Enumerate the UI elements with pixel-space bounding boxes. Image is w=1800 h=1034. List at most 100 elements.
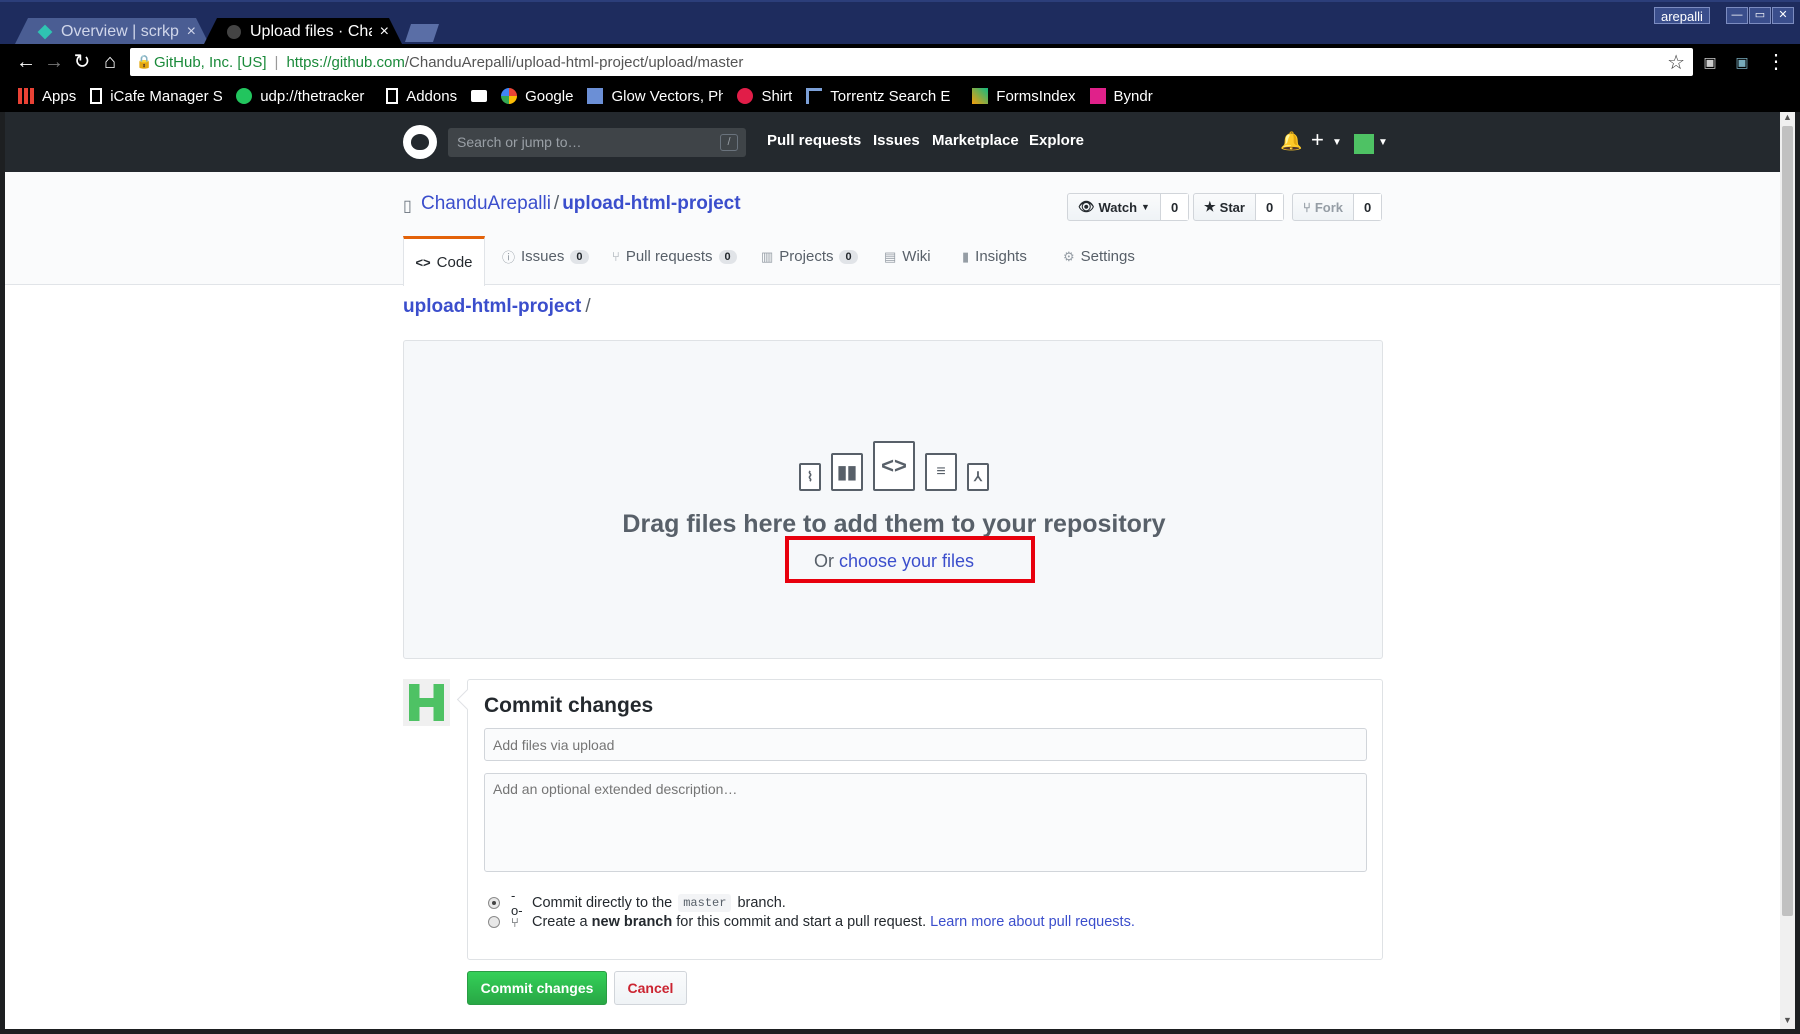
scroll-down-icon[interactable]: ▼ — [1780, 1015, 1795, 1029]
window-close-icon[interactable]: ✕ — [1772, 7, 1794, 24]
page-scrollbar[interactable]: ▲ ▼ — [1780, 112, 1795, 1029]
browser-tab-overview[interactable]: Overview | scrkpro × — [14, 18, 210, 46]
window-maximize-icon[interactable]: ▭ — [1749, 7, 1771, 24]
browser-toolbar: ← → ↻ ⌂ 🔒 GitHub, Inc. [US] | https://gi… — [0, 44, 1800, 80]
user-avatar[interactable] — [1354, 134, 1374, 154]
pull-request-icon: ⑂ — [612, 249, 620, 264]
learn-more-link[interactable]: Learn more about pull requests. — [930, 914, 1135, 930]
tab-label: Issues — [521, 248, 565, 265]
nav-issues[interactable]: Issues — [873, 132, 920, 149]
github-header: Search or jump to… / Pull requests Issue… — [5, 112, 1780, 172]
scroll-up-icon[interactable]: ▲ — [1780, 112, 1795, 126]
commit-direct-radio[interactable] — [488, 897, 500, 909]
commit-summary-input[interactable] — [484, 728, 1367, 761]
fork-icon: ⑂ — [1303, 199, 1311, 215]
address-bar[interactable]: 🔒 GitHub, Inc. [US] | https://github.com… — [130, 48, 1693, 76]
create-new-plus-icon[interactable]: + — [1311, 127, 1324, 153]
cancel-button[interactable]: Cancel — [614, 971, 687, 1005]
bookmark-addons[interactable]: Addons — [386, 88, 457, 105]
option-text-bold: new branch — [591, 914, 673, 930]
commit-new-branch-option[interactable]: ⑂ Create a new branch for this commit an… — [488, 914, 1135, 930]
tab-count: 0 — [570, 249, 589, 264]
eye-icon: 👁 — [1078, 199, 1095, 214]
bookmark-shirt[interactable]: Shirt — [737, 88, 792, 105]
menu-kebab-icon[interactable]: ⋮ — [1764, 50, 1788, 74]
bookmark-udp[interactable]: udp://thetracker — [236, 88, 372, 105]
byndr-icon — [1089, 88, 1106, 104]
image-icon — [587, 88, 604, 104]
extension-icon[interactable]: ▣ — [1730, 50, 1754, 74]
home-icon[interactable]: ⌂ — [98, 50, 122, 74]
site-identity[interactable]: GitHub, Inc. [US] — [154, 54, 267, 71]
commit-description-textarea[interactable] — [484, 773, 1367, 872]
apps-grid-icon — [18, 88, 34, 104]
watch-count[interactable]: 0 — [1159, 194, 1189, 220]
upload-dropzone[interactable]: ⌇ ▮▮ <> ≡ ⅄ Drag files here to add them … — [403, 340, 1383, 659]
chevron-down-icon[interactable]: ▼ — [1332, 137, 1342, 148]
bookmark-glow-vectors[interactable]: Glow Vectors, Ph — [587, 88, 723, 105]
tab-insights[interactable]: ▮ Insights — [962, 236, 1027, 277]
bookmark-byndr[interactable]: Byndr — [1089, 88, 1153, 105]
fork-count[interactable]: 0 — [1352, 194, 1382, 220]
repo-icon: ▯ — [403, 198, 412, 215]
tab-close-icon[interactable]: × — [380, 23, 389, 41]
tab-code[interactable]: <> Code — [403, 236, 485, 286]
option-text: for this commit and start a pull request… — [676, 914, 927, 930]
notification-bell-icon[interactable]: 🔔 — [1280, 131, 1302, 152]
branch-name: master — [678, 894, 732, 912]
repo-title-separator: / — [553, 193, 560, 214]
star-count[interactable]: 0 — [1254, 194, 1284, 220]
search-placeholder: Search or jump to… — [457, 134, 582, 150]
tab-title: Overview | scrkpro — [61, 23, 179, 40]
bookmark-formsindex[interactable]: FormsIndex — [972, 87, 1076, 105]
tab-label: Pull requests — [625, 248, 713, 265]
bookmark-folder[interactable] — [471, 90, 488, 102]
bookmark-label: iCafe Manager Se — [110, 87, 223, 105]
repo-name-link[interactable]: upload-html-project — [562, 193, 740, 214]
chevron-down-icon[interactable]: ▼ — [1378, 137, 1388, 148]
nav-marketplace[interactable]: Marketplace — [932, 132, 1019, 149]
bookmark-label: Addons — [406, 87, 458, 105]
option-text: Create a — [532, 914, 588, 930]
extension-icon[interactable]: ▣ — [1698, 50, 1722, 74]
search-input[interactable]: Search or jump to… / — [448, 128, 746, 157]
star-button[interactable]: ★ Star 0 — [1193, 193, 1285, 221]
tab-close-icon[interactable]: × — [187, 23, 196, 41]
tab-issues[interactable]: ⓘ Issues 0 — [502, 236, 589, 277]
nav-explore[interactable]: Explore — [1029, 132, 1084, 149]
committer-avatar — [403, 679, 450, 726]
bookmark-apps[interactable]: Apps — [18, 88, 76, 105]
fork-button[interactable]: ⑂ Fork 0 — [1292, 193, 1383, 221]
tab-pull-requests[interactable]: ⑂ Pull requests 0 — [612, 236, 737, 277]
commit-changes-button[interactable]: Commit changes — [467, 971, 607, 1005]
bookmark-torrentz[interactable]: Torrentz Search E — [806, 88, 958, 105]
bookmark-label: FormsIndex — [996, 87, 1076, 105]
page-icon — [90, 88, 103, 104]
zip-file-icon: ⌇ — [799, 463, 821, 491]
bookmark-google[interactable]: Google — [501, 88, 573, 105]
bookmark-label: udp://thetracker — [260, 87, 365, 105]
nav-pull-requests[interactable]: Pull requests — [767, 132, 861, 149]
repo-owner-link[interactable]: ChanduArepalli — [421, 193, 551, 214]
window-minimize-icon[interactable]: — — [1726, 7, 1748, 24]
watch-label: Watch — [1098, 199, 1138, 215]
watch-button[interactable]: 👁 Watch ▼ 0 — [1067, 193, 1190, 221]
github-logo-icon[interactable] — [403, 125, 437, 159]
scrollbar-thumb[interactable] — [1782, 126, 1793, 916]
page-icon — [386, 88, 399, 104]
forward-arrow-icon[interactable]: → — [42, 50, 66, 74]
option-text: Commit directly to the — [532, 895, 673, 911]
tab-wiki[interactable]: ▤ Wiki — [884, 236, 931, 277]
tab-settings[interactable]: ⚙ Settings — [1063, 236, 1135, 277]
reload-icon[interactable]: ↻ — [70, 50, 94, 74]
back-arrow-icon[interactable]: ← — [14, 50, 38, 74]
new-tab-button[interactable] — [405, 24, 439, 42]
breadcrumb-repo-link[interactable]: upload-html-project — [403, 296, 581, 317]
bookmark-icafe[interactable]: iCafe Manager Se — [90, 88, 222, 105]
commit-new-branch-radio[interactable] — [488, 916, 500, 928]
tab-projects[interactable]: ▥ Projects 0 — [761, 236, 858, 277]
repo-title: ChanduArepalli / upload-html-project — [421, 193, 741, 215]
browser-tab-upload[interactable]: Upload files · Chand × — [203, 18, 403, 46]
address-separator: | — [274, 53, 279, 71]
bookmark-star-icon[interactable]: ☆ — [1667, 50, 1685, 75]
